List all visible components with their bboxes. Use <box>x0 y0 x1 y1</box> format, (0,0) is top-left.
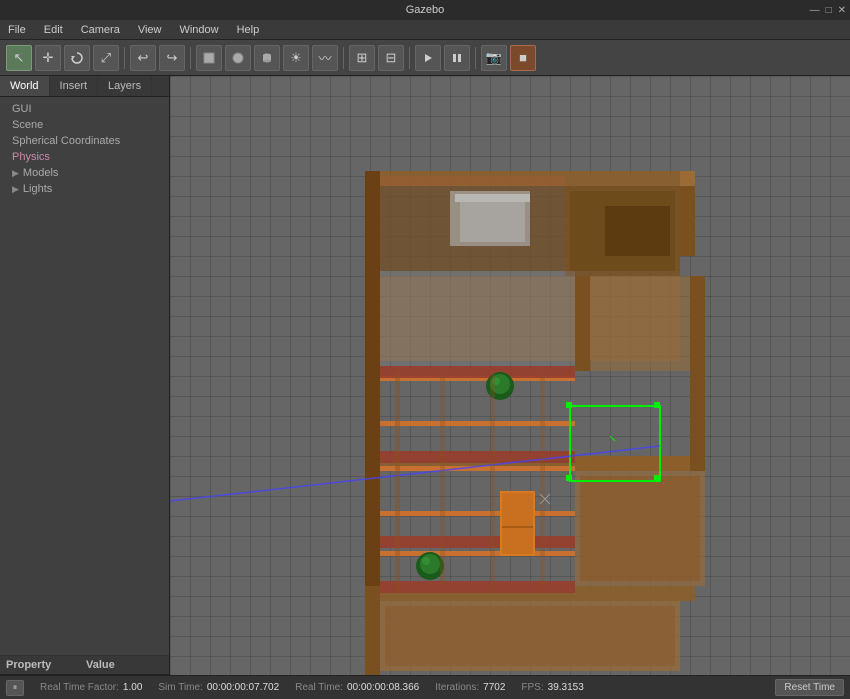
real-time-item: Real Time: 00:00:00:08.366 <box>295 682 419 693</box>
menu-file[interactable]: File <box>4 23 30 37</box>
sep2 <box>190 47 191 69</box>
add-wave-btn[interactable]: 〰 <box>312 45 338 71</box>
value-col: Value <box>86 659 115 671</box>
sim-time-value: 00:00:00:07.702 <box>207 682 279 693</box>
play-btn[interactable] <box>415 45 441 71</box>
real-time-factor: Real Time Factor: 1.00 <box>40 682 142 693</box>
sep3 <box>343 47 344 69</box>
redo-btn[interactable]: ↪ <box>159 45 185 71</box>
maximize-btn[interactable]: □ <box>826 5 832 16</box>
property-col: Property <box>6 659 86 671</box>
tree-gui-label: GUI <box>12 103 32 115</box>
iterations-value: 7702 <box>483 682 505 693</box>
tab-world[interactable]: World <box>0 76 50 96</box>
rotate-tool-btn[interactable] <box>64 45 90 71</box>
close-btn[interactable]: ✕ <box>838 5 846 16</box>
tree-spherical[interactable]: Spherical Coordinates <box>0 133 169 149</box>
sep4 <box>409 47 410 69</box>
sim-time-label: Sim Time: <box>158 682 202 693</box>
status-bar: ⏸ Real Time Factor: 1.00 Sim Time: 00:00… <box>0 675 850 699</box>
tree-view: GUI Scene Spherical Coordinates Physics … <box>0 97 169 655</box>
tab-insert[interactable]: Insert <box>50 76 99 96</box>
tree-models-label: Models <box>23 167 58 179</box>
fps-value: 39.3153 <box>548 682 584 693</box>
menu-camera[interactable]: Camera <box>77 23 124 37</box>
menu-view[interactable]: View <box>134 23 166 37</box>
sep1 <box>124 47 125 69</box>
translate-tool-btn[interactable]: ✛ <box>35 45 61 71</box>
sim-time-item: Sim Time: 00:00:00:07.702 <box>158 682 279 693</box>
scale-tool-btn[interactable]: ⤢ <box>93 45 119 71</box>
main-layout: World Insert Layers GUI Scene Spherical … <box>0 76 850 675</box>
models-arrow: ▶ <box>12 168 19 179</box>
window-controls[interactable]: — □ ✕ <box>810 5 846 16</box>
menu-help[interactable]: Help <box>233 23 264 37</box>
undo-btn[interactable]: ↩ <box>130 45 156 71</box>
real-time-value: 00:00:00:08.366 <box>347 682 419 693</box>
fps-label: FPS: <box>521 682 543 693</box>
add-box-btn[interactable] <box>196 45 222 71</box>
tree-scene[interactable]: Scene <box>0 117 169 133</box>
real-time-label: Real Time: <box>295 682 343 693</box>
mirror-btn[interactable]: ⊟ <box>378 45 404 71</box>
window-title: Gazebo <box>406 4 445 16</box>
tree-lights[interactable]: ▶ Lights <box>0 181 169 197</box>
title-bar: Gazebo — □ ✕ <box>0 0 850 20</box>
menu-edit[interactable]: Edit <box>40 23 67 37</box>
menu-window[interactable]: Window <box>175 23 222 37</box>
pause-control[interactable]: ⏸ <box>6 680 24 696</box>
tree-physics-label: Physics <box>12 151 50 163</box>
viewport-canvas <box>170 76 850 675</box>
menu-bar: File Edit Camera View Window Help <box>0 20 850 40</box>
viewport[interactable] <box>170 76 850 675</box>
reset-time-btn[interactable]: Reset Time <box>775 679 844 696</box>
tree-spherical-label: Spherical Coordinates <box>12 135 120 147</box>
snap-btn[interactable]: ⊞ <box>349 45 375 71</box>
stop-btn[interactable] <box>444 45 470 71</box>
fps-item: FPS: 39.3153 <box>521 682 583 693</box>
sep5 <box>475 47 476 69</box>
iterations-label: Iterations: <box>435 682 479 693</box>
property-header: Property Value <box>0 656 169 675</box>
screenshot-btn[interactable]: 📷 <box>481 45 507 71</box>
property-panel: Property Value <box>0 655 169 675</box>
lights-arrow: ▶ <box>12 184 19 195</box>
minimize-btn[interactable]: — <box>810 5 820 16</box>
tree-physics[interactable]: Physics <box>0 149 169 165</box>
add-cylinder-btn[interactable] <box>254 45 280 71</box>
tree-gui[interactable]: GUI <box>0 101 169 117</box>
toolbar: ↖ ✛ ⤢ ↩ ↪ ☀ 〰 ⊞ ⊟ 📷 ■ <box>0 40 850 76</box>
rtf-value: 1.00 <box>123 682 142 693</box>
left-panel: World Insert Layers GUI Scene Spherical … <box>0 76 170 675</box>
panel-tabs: World Insert Layers <box>0 76 169 97</box>
tab-layers[interactable]: Layers <box>98 76 152 96</box>
scene-svg <box>170 76 850 675</box>
tree-models[interactable]: ▶ Models <box>0 165 169 181</box>
select-tool-btn[interactable]: ↖ <box>6 45 32 71</box>
pause-btn[interactable]: ⏸ <box>6 680 24 696</box>
tree-lights-label: Lights <box>23 183 52 195</box>
iterations-item: Iterations: 7702 <box>435 682 505 693</box>
rtf-label: Real Time Factor: <box>40 682 119 693</box>
add-sphere-btn[interactable] <box>225 45 251 71</box>
tree-scene-label: Scene <box>12 119 43 131</box>
record-btn[interactable]: ■ <box>510 45 536 71</box>
add-light-btn[interactable]: ☀ <box>283 45 309 71</box>
